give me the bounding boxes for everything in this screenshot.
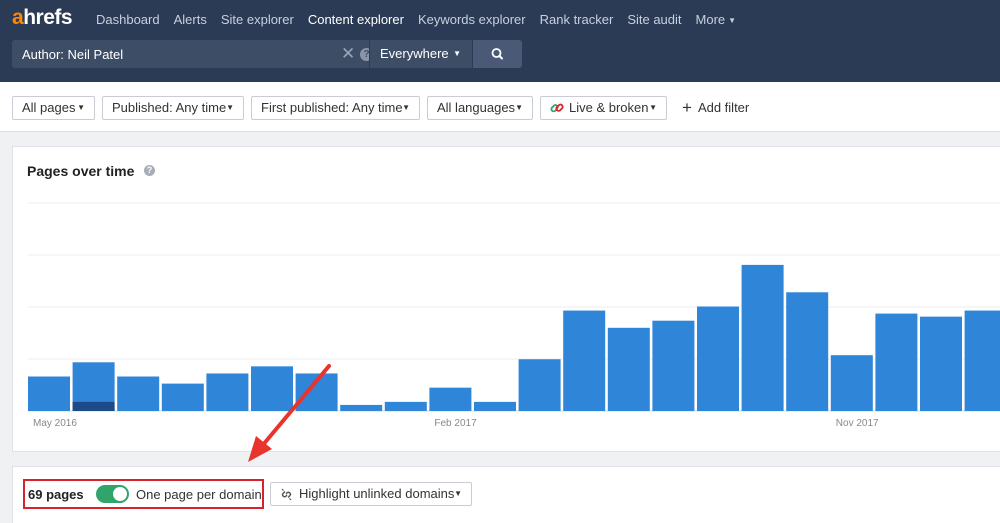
one-page-per-domain-toggle[interactable]	[96, 485, 129, 503]
close-icon[interactable]: ✕	[341, 45, 355, 63]
results-toolbar: 69 pages One page per domain Highlight u…	[12, 466, 1000, 523]
caret-down-icon: ▼	[402, 103, 410, 112]
filter-bar: All pages ▼ Published: Any time ▼ First pu…	[0, 82, 1000, 132]
chart-bar[interactable]	[920, 316, 962, 411]
nav-item-site-audit[interactable]: Site audit	[627, 12, 681, 27]
chart-bar[interactable]	[295, 373, 338, 411]
chart-bar[interactable]	[251, 366, 293, 411]
chart-bar[interactable]	[161, 383, 204, 411]
chart-bar[interactable]	[697, 306, 739, 411]
chart-tick-label: May 2016	[33, 418, 77, 429]
chart-bar[interactable]	[786, 292, 829, 411]
nav-item-more[interactable]: More ▼	[696, 12, 737, 27]
chart-bar[interactable]	[384, 401, 427, 411]
search-box: ✕ ?	[12, 40, 373, 68]
toggle-label: One page per domain	[136, 487, 262, 502]
chart-bar[interactable]	[830, 355, 873, 411]
search-scope-select[interactable]: Everywhere ▼	[369, 40, 472, 68]
caret-down-icon: ▼	[515, 103, 523, 112]
caret-down-icon: ▼	[728, 16, 737, 25]
nav-item-alerts[interactable]: Alerts	[174, 12, 207, 27]
search-button[interactable]	[473, 40, 522, 68]
filter-first-published[interactable]: First published: Any time ▼	[251, 96, 420, 120]
chart-bar[interactable]	[117, 376, 160, 411]
chart-bar-segment[interactable]	[72, 401, 115, 411]
nav-item-keywords-explorer[interactable]: Keywords explorer	[418, 12, 526, 27]
help-icon[interactable]: ?	[144, 165, 155, 176]
chart-bar[interactable]	[340, 404, 383, 411]
caret-down-icon: ▼	[77, 103, 85, 112]
caret-down-icon: ▼	[453, 49, 461, 58]
caret-down-icon: ▼	[226, 103, 234, 112]
chart-bar[interactable]	[518, 359, 561, 411]
chart-bar[interactable]	[474, 401, 516, 411]
chart-bar[interactable]	[607, 327, 650, 411]
pages-over-time-chart: May 2016 Feb 2017 Nov 2017	[28, 202, 1000, 429]
broken-link-icon	[281, 488, 292, 501]
link-icon	[550, 103, 564, 113]
add-filter-button[interactable]: + Add filter	[682, 96, 749, 120]
chart-bar[interactable]	[964, 310, 1000, 411]
filter-published[interactable]: Published: Any time ▼	[102, 96, 244, 120]
caret-down-icon: ▼	[649, 103, 657, 112]
nav-item-content-explorer[interactable]: Content explorer	[308, 12, 404, 27]
filter-live-broken[interactable]: Live & broken ▼	[540, 96, 667, 120]
nav-item-rank-tracker[interactable]: Rank tracker	[540, 12, 614, 27]
search-icon	[491, 48, 503, 60]
search-input[interactable]	[12, 40, 332, 68]
toggle-knob	[113, 487, 127, 501]
chart-bar[interactable]	[28, 376, 70, 411]
chart-bar[interactable]	[429, 387, 472, 411]
chart-tick-label: Nov 2017	[836, 418, 879, 429]
caret-down-icon: ▼	[454, 489, 462, 498]
pages-over-time-panel: May 2016 Feb 2017 Nov 2017 Pages over time…	[12, 146, 1000, 452]
chart-title: Pages over time	[27, 163, 135, 179]
ahrefs-logo[interactable]: ahrefs	[12, 6, 73, 30]
nav-item-site-explorer[interactable]: Site explorer	[221, 12, 294, 27]
plus-icon: +	[682, 98, 692, 117]
highlight-unlinked-domains-button[interactable]: Highlight unlinked domains ▼	[270, 482, 472, 506]
chart-bar[interactable]	[875, 313, 918, 411]
pages-count: 69 pages	[28, 487, 84, 502]
filter-all-pages[interactable]: All pages ▼	[12, 96, 95, 120]
chart-tick-label: Feb 2017	[434, 418, 477, 429]
main-nav: Dashboard Alerts Site explorer Content e…	[96, 12, 750, 27]
nav-item-dashboard[interactable]: Dashboard	[96, 12, 160, 27]
top-navigation: ahrefs Dashboard Alerts Site explorer Co…	[0, 0, 1000, 82]
chart-bar[interactable]	[563, 310, 606, 411]
chart-bar[interactable]	[652, 320, 695, 411]
chart-bar[interactable]	[741, 264, 784, 411]
filter-languages[interactable]: All languages ▼	[427, 96, 533, 120]
chart-bar[interactable]	[206, 373, 249, 411]
